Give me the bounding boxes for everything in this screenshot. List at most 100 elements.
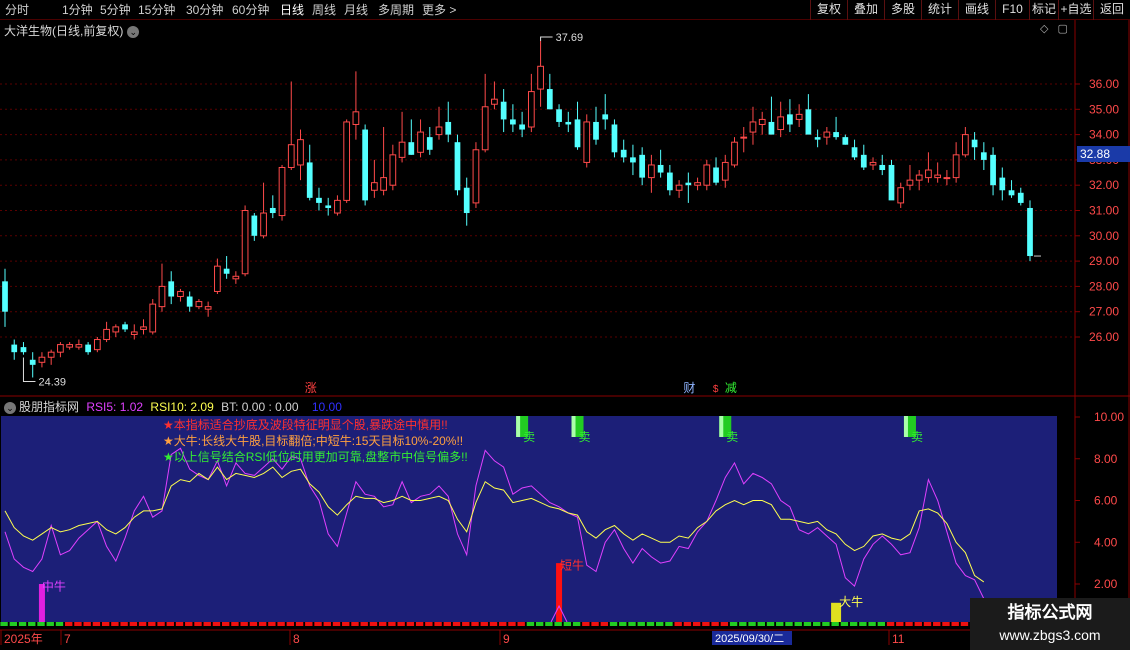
candle-body — [740, 136, 748, 139]
candle-body — [574, 119, 581, 148]
trend-bar-segment — [720, 622, 729, 626]
sell-signal-label[interactable]: 卖 — [911, 430, 923, 444]
candle-body — [232, 275, 240, 280]
price-tick-label: 35.00 — [1089, 102, 1119, 116]
duanniu-label[interactable]: 短牛 — [560, 557, 584, 572]
candle-body — [334, 199, 341, 214]
bt-readout: BT: 0.00 : 0.00 — [221, 400, 299, 414]
candles-group: 37.69 24.39 涨 财 $ 减 — [2, 32, 1041, 395]
kline-chart[interactable]: 37.6924.39涨财$减 36.0035.0034.0033.0032.00… — [0, 0, 1130, 650]
candle-body — [888, 164, 895, 201]
candle-body — [371, 182, 378, 191]
candle-body — [611, 124, 618, 153]
high-price-label: 37.69 — [556, 32, 584, 44]
indicator-axis: 10.00 8.00 6.00 4.00 2.00 — [1075, 410, 1124, 591]
trend-bar-segment — [397, 622, 405, 626]
trend-bar-segment — [360, 622, 368, 626]
trend-bar-segment — [545, 622, 553, 626]
trend-bar-segment — [859, 622, 867, 626]
time-tick-label: 8 — [293, 632, 300, 646]
trend-bar-segment — [462, 622, 470, 626]
trend-bar-segment — [434, 622, 442, 626]
candle-body — [869, 161, 877, 166]
trend-bar-segment — [351, 622, 359, 626]
candle-body — [287, 144, 295, 168]
candle-body — [93, 339, 101, 351]
cursor-date-label: 2025/09/30/二 — [715, 633, 784, 645]
candle-body — [519, 124, 525, 130]
daniu-label[interactable]: 大牛 — [839, 594, 863, 609]
indicator-tick-label: 4.00 — [1094, 535, 1118, 549]
price-tick-label: 36.00 — [1089, 77, 1119, 91]
trend-bar-segment — [729, 622, 738, 626]
candle-body — [667, 172, 673, 191]
event-label[interactable]: 涨 — [305, 380, 317, 395]
price-tick-label: 27.00 — [1089, 305, 1119, 319]
zhongniu-label[interactable]: 中牛 — [42, 578, 66, 593]
candle-body — [593, 121, 599, 140]
trend-bar-segment — [258, 622, 267, 626]
trend-bar-segment — [378, 622, 387, 626]
candle-body — [297, 139, 304, 166]
trend-bar-segment — [849, 622, 858, 626]
candle-body — [204, 306, 212, 310]
diamond-icon[interactable]: ◇ — [1040, 23, 1048, 35]
indicator-tick-label: 8.00 — [1094, 452, 1118, 466]
candle-body — [269, 207, 276, 214]
indicator-title[interactable]: ⌄ 股朋指标网 RSI5: 1.02 RSI10: 2.09 BT: 0.00 :… — [4, 398, 342, 415]
candle-body — [906, 179, 914, 186]
candle-body — [214, 265, 221, 292]
sell-signal-label[interactable]: 卖 — [579, 430, 591, 444]
low-price-label: 24.39 — [38, 376, 66, 388]
trend-bar-segment — [406, 622, 415, 626]
candle-body — [251, 215, 258, 236]
trend-bar-segment — [739, 622, 747, 626]
chevron-down-icon[interactable]: ⌄ — [4, 401, 16, 414]
candle-body — [1017, 192, 1024, 203]
candle-body — [435, 126, 443, 136]
indicator-tick-label: 2.00 — [1094, 577, 1118, 591]
chevron-down-icon[interactable]: ⌄ — [127, 25, 140, 38]
time-axis: 2025年 7 8 9 11 2025/09/30/二 — [0, 629, 1130, 646]
candle-body — [565, 121, 572, 125]
main-chart-title[interactable]: 大洋生物(日线,前复权) ⌄ — [4, 22, 140, 39]
candle-body — [47, 351, 55, 358]
indicator-name: 股朋指标网 — [19, 400, 80, 414]
candle-body — [112, 326, 120, 333]
candle-body — [602, 114, 609, 120]
trend-bar-segment — [554, 622, 562, 626]
candle-body — [620, 149, 627, 158]
price-axis: 36.0035.0034.0033.0032.0031.0030.0029.00… — [1075, 77, 1119, 344]
trend-bar-segment — [702, 622, 710, 626]
window-icon[interactable]: ▢ — [1058, 23, 1068, 35]
event-label[interactable]: 财 — [683, 381, 695, 395]
sell-signal-label[interactable]: 卖 — [726, 430, 738, 444]
trend-bar-segment — [55, 622, 64, 626]
sell-signal-label[interactable]: 卖 — [523, 430, 535, 444]
trend-bar-segment — [637, 622, 645, 626]
candle-body — [768, 121, 775, 135]
trend-bar-segment — [65, 622, 73, 626]
candle-body — [795, 113, 803, 120]
candle-body — [38, 356, 46, 363]
candle-body — [842, 137, 849, 145]
candle-body — [103, 328, 110, 341]
trend-bar-segment — [692, 622, 701, 626]
trend-bar-segment — [231, 622, 239, 626]
candle-body — [990, 154, 996, 186]
trend-bar-segment — [572, 622, 581, 626]
trend-bar-segment — [148, 622, 156, 626]
trend-bar-segment — [277, 622, 285, 626]
trend-bar-segment — [868, 622, 876, 626]
stock-title-text: 大洋生物(日线,前复权) — [4, 24, 124, 38]
price-tick-label: 32.00 — [1089, 178, 1119, 192]
candle-body — [648, 164, 655, 179]
event-label[interactable]: 减 — [725, 381, 737, 395]
trend-bar-segment — [683, 622, 692, 626]
trend-bar-segment — [74, 622, 82, 626]
candle-body — [445, 121, 452, 135]
trend-bar — [0, 622, 1033, 626]
trend-bar-segment — [138, 622, 147, 626]
event-label[interactable]: $ — [713, 384, 719, 395]
candle-body — [934, 174, 942, 179]
